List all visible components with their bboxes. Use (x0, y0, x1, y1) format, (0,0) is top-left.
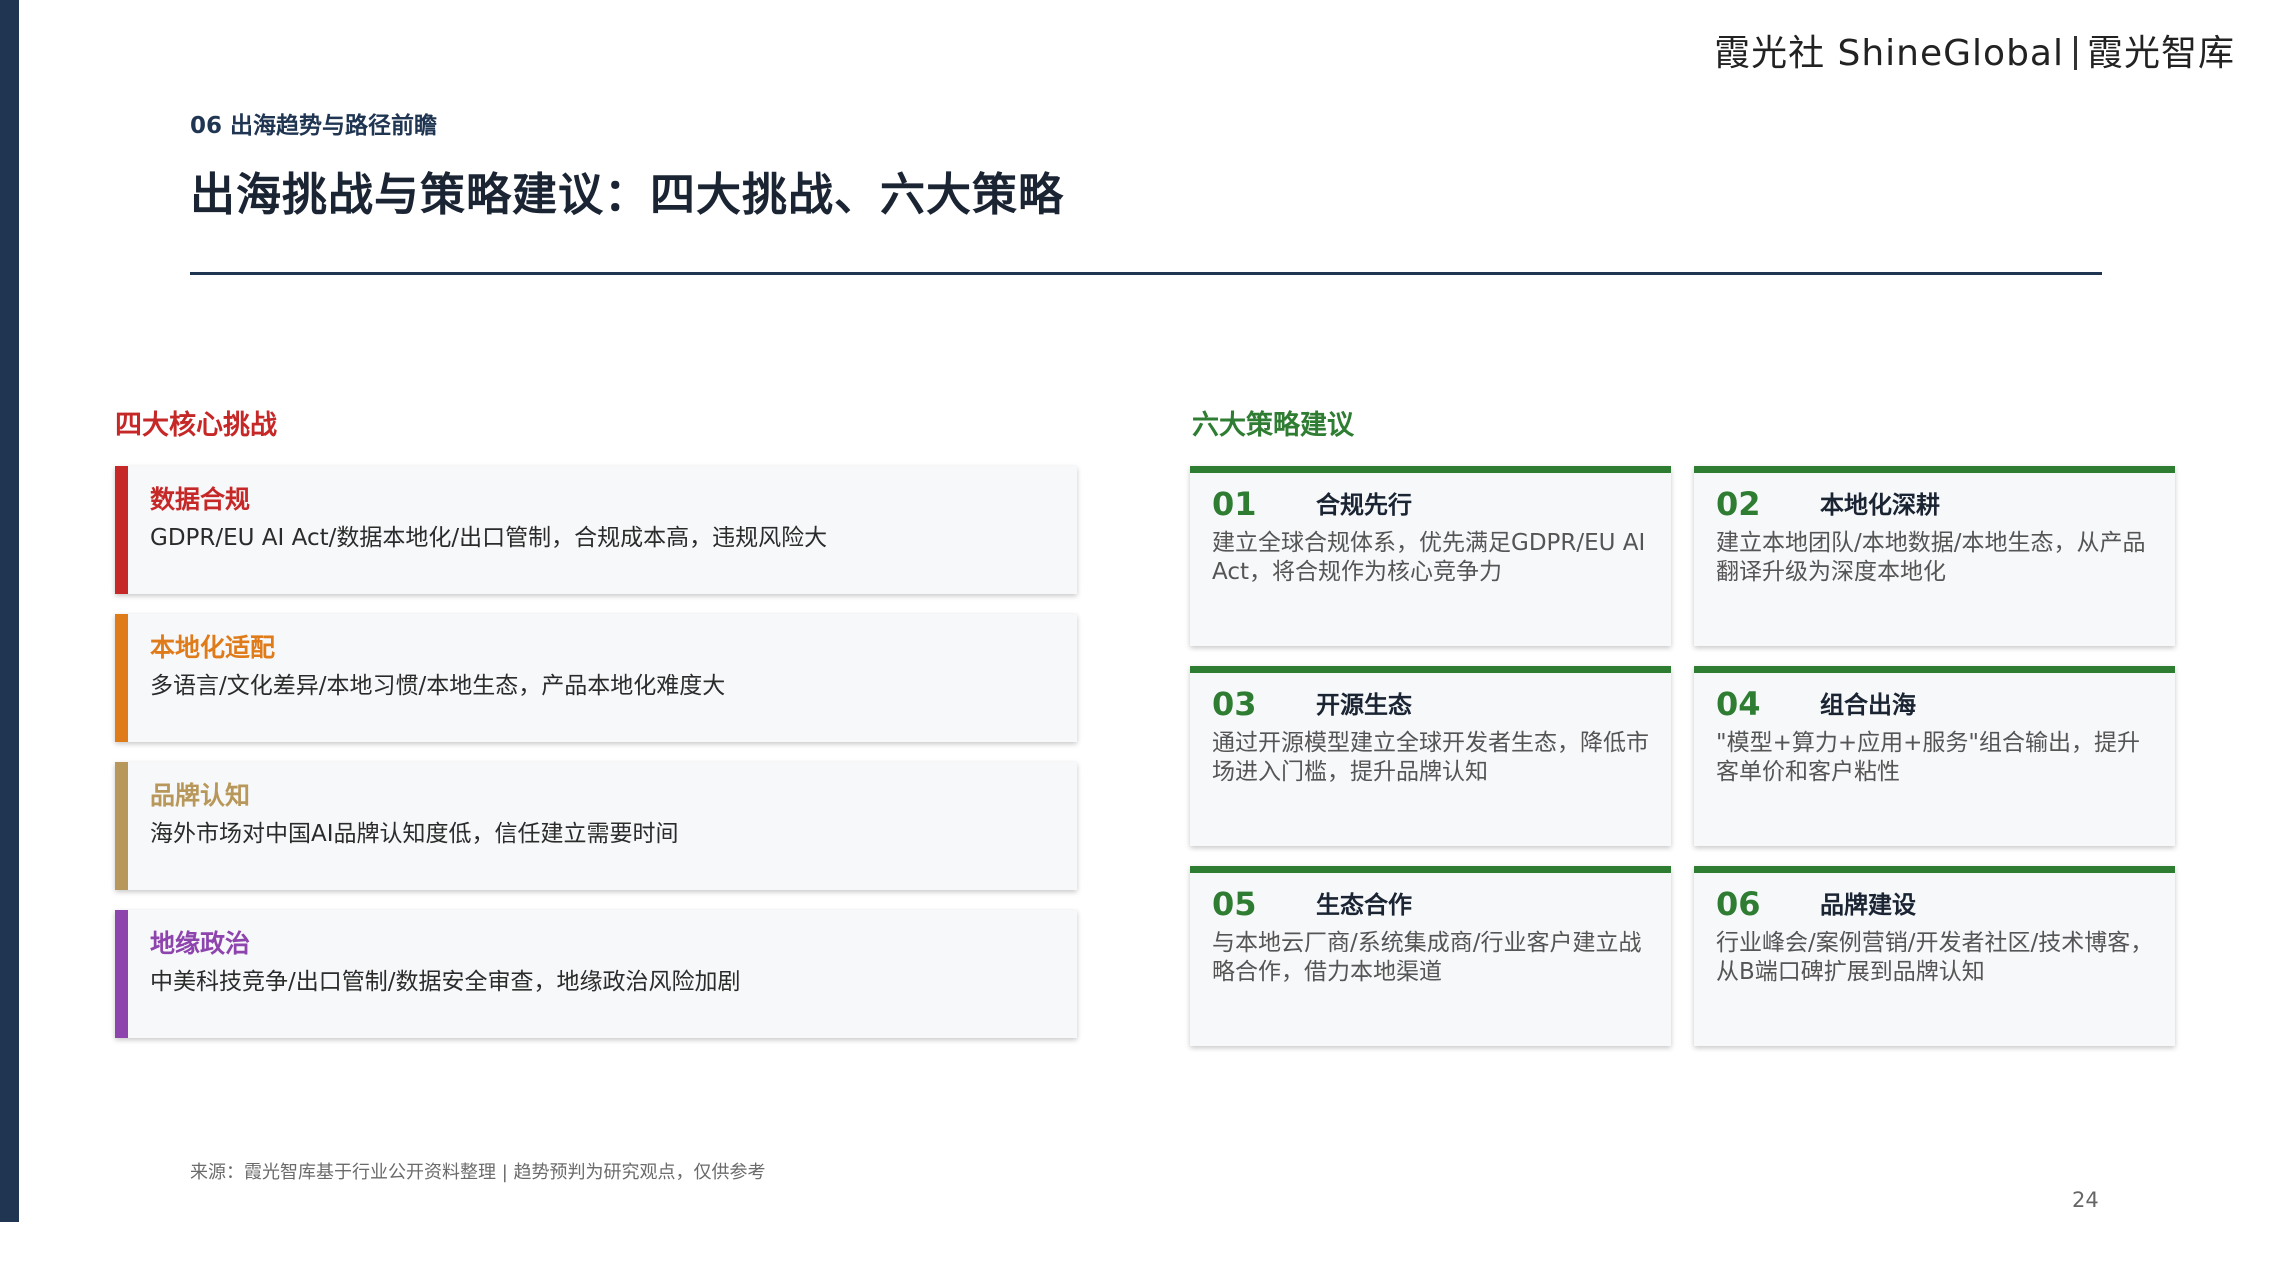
brand-divider (2073, 36, 2077, 70)
challenge-description: 中美科技竞争/出口管制/数据安全审查，地缘政治风险加剧 (150, 969, 741, 995)
brand-name: 霞光社 ShineGlobal (1714, 33, 2064, 74)
page-title: 出海挑战与策略建议：四大挑战、六大策略 (190, 168, 1065, 221)
strategy-description: 通过开源模型建立全球开发者生态，降低市场进入门槛，提升品牌认知 (1212, 730, 1649, 785)
challenge-color-stripe (115, 910, 128, 1038)
challenge-title: 地缘政治 (150, 929, 251, 958)
strategy-card: 04 组合出海 "模型+算力+应用+服务"组合输出，提升客单价和客户粘性 (1694, 666, 2175, 846)
strategy-title: 开源生态 (1316, 691, 1412, 719)
strategy-card: 02 本地化深耕 建立本地团队/本地数据/本地生态，从产品翻译升级为深度本地化 (1694, 466, 2175, 646)
strategy-card: 03 开源生态 通过开源模型建立全球开发者生态，降低市场进入门槛，提升品牌认知 (1190, 666, 1671, 846)
challenge-card: 本地化适配 多语言/文化差异/本地习惯/本地生态，产品本地化难度大 (115, 614, 1077, 742)
brand-logo: 霞光社 ShineGlobal 霞光智库 (1714, 24, 2235, 76)
strategy-description: 建立全球合规体系，优先满足GDPR/EU AI Act，将合规作为核心竞争力 (1212, 530, 1646, 585)
left-accent-bar (0, 0, 19, 1222)
challenge-description: GDPR/EU AI Act/数据本地化/出口管制，合规成本高，违规风险大 (150, 525, 828, 551)
strategy-number: 03 (1212, 685, 1257, 723)
challenge-card: 地缘政治 中美科技竞争/出口管制/数据安全审查，地缘政治风险加剧 (115, 910, 1077, 1038)
challenge-title: 品牌认知 (150, 781, 251, 810)
strategy-title: 生态合作 (1316, 891, 1412, 919)
strategy-number: 06 (1716, 885, 1761, 923)
strategy-card: 01 合规先行 建立全球合规体系，优先满足GDPR/EU AI Act，将合规作… (1190, 466, 1671, 646)
section-label: 06 出海趋势与路径前瞻 (190, 113, 438, 139)
challenge-card: 品牌认知 海外市场对中国AI品牌认知度低，信任建立需要时间 (115, 762, 1077, 890)
strategy-title: 合规先行 (1316, 491, 1412, 519)
source-note: 来源：霞光智库基于行业公开资料整理 | 趋势预判为研究观点，仅供参考 (190, 1162, 766, 1183)
brand-think-tank: 霞光智库 (2086, 33, 2235, 74)
title-divider (190, 272, 2102, 275)
strategy-title: 组合出海 (1820, 691, 1916, 719)
challenge-title: 本地化适配 (150, 633, 276, 662)
challenge-description: 海外市场对中国AI品牌认知度低，信任建立需要时间 (150, 821, 679, 847)
strategy-number: 05 (1212, 885, 1257, 923)
strategies-heading: 六大策略建议 (1192, 410, 1354, 441)
strategy-description: 行业峰会/案例营销/开发者社区/技术博客，从B端口碑扩展到品牌认知 (1716, 930, 2154, 985)
strategy-description: 与本地云厂商/系统集成商/行业客户建立战略合作，借力本地渠道 (1212, 930, 1642, 985)
strategy-card: 06 品牌建设 行业峰会/案例营销/开发者社区/技术博客，从B端口碑扩展到品牌认… (1694, 866, 2175, 1046)
strategy-title: 品牌建设 (1820, 891, 1916, 919)
challenge-color-stripe (115, 614, 128, 742)
challenge-card: 数据合规 GDPR/EU AI Act/数据本地化/出口管制，合规成本高，违规风… (115, 466, 1077, 594)
page-number: 24 (2072, 1188, 2099, 1212)
strategy-title: 本地化深耕 (1820, 491, 1940, 519)
challenge-description: 多语言/文化差异/本地习惯/本地生态，产品本地化难度大 (150, 673, 726, 699)
strategy-number: 02 (1716, 485, 1761, 523)
strategy-description: 建立本地团队/本地数据/本地生态，从产品翻译升级为深度本地化 (1716, 530, 2146, 585)
challenge-color-stripe (115, 466, 128, 594)
strategy-number: 01 (1212, 485, 1257, 523)
challenge-title: 数据合规 (150, 485, 251, 514)
strategy-card: 05 生态合作 与本地云厂商/系统集成商/行业客户建立战略合作，借力本地渠道 (1190, 866, 1671, 1046)
strategy-description: "模型+算力+应用+服务"组合输出，提升客单价和客户粘性 (1716, 730, 2140, 785)
challenge-color-stripe (115, 762, 128, 890)
strategy-number: 04 (1716, 685, 1761, 723)
challenges-heading: 四大核心挑战 (115, 410, 277, 441)
